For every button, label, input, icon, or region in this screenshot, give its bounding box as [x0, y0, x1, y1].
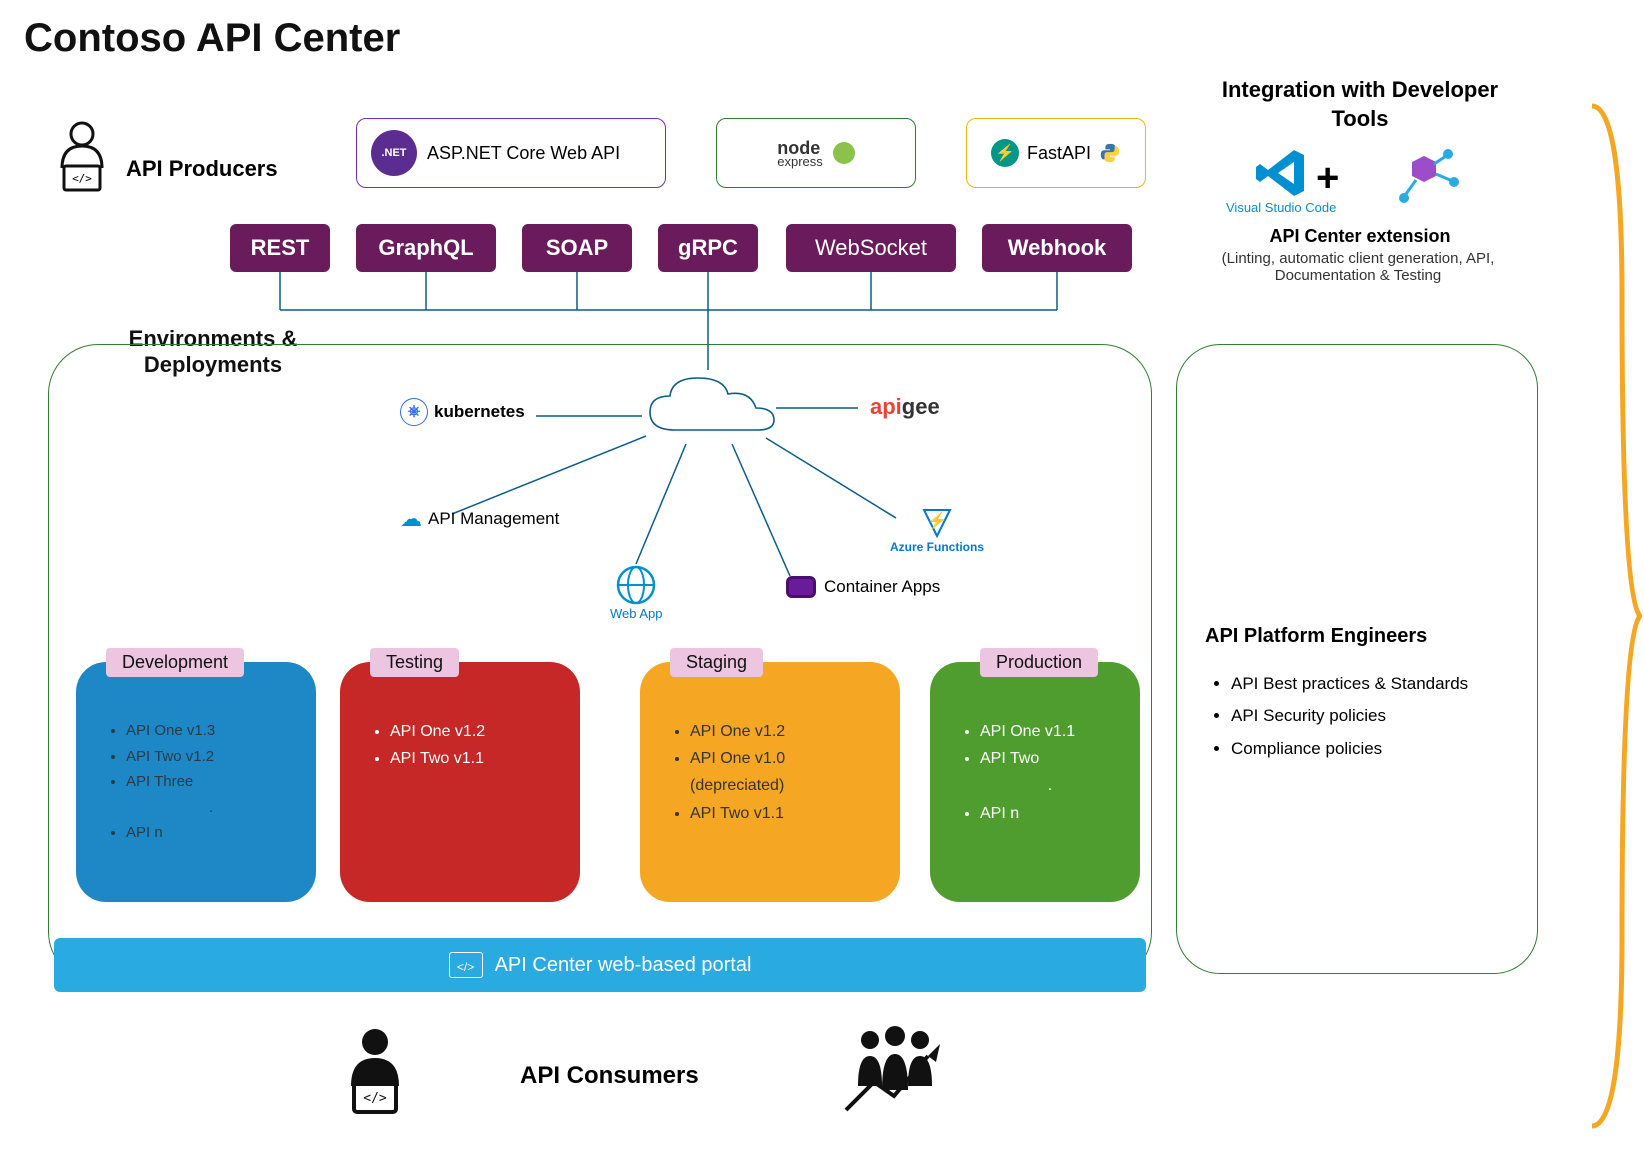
svg-text:</>: </> — [72, 172, 92, 185]
env-tag-development: Development — [106, 648, 244, 677]
api-type-soap: SOAP — [522, 224, 632, 272]
python-icon — [1099, 142, 1121, 164]
portal-label: API Center web-based portal — [495, 954, 752, 977]
env-card-testing: Testing API One v1.2 API Two v1.1 — [340, 662, 580, 902]
service-api-management: ☁ API Management — [400, 506, 559, 532]
web-app-icon — [615, 564, 657, 606]
api-center-portal-bar: </> API Center web-based portal — [54, 938, 1146, 992]
list-item: API One v1.1 — [980, 718, 1120, 745]
api-center-extension-icon — [1384, 144, 1464, 219]
service-kubernetes: ⎈ kubernetes — [400, 398, 525, 426]
list-item: API One v1.2 — [690, 718, 880, 745]
vscode-label: Visual Studio Code — [1226, 200, 1336, 215]
list-item: API Two v1.2 — [126, 744, 296, 770]
list-item: API n — [980, 800, 1120, 827]
kubernetes-icon: ⎈ — [400, 398, 428, 426]
list-item: API One v1.3 — [126, 718, 296, 744]
svg-text:</>: </> — [363, 1091, 387, 1106]
list-item: API Two v1.1 — [390, 745, 560, 772]
list-item: API Three — [126, 769, 296, 795]
api-type-grpc: gRPC — [658, 224, 758, 272]
fastapi-label: FastAPI — [1027, 143, 1091, 164]
api-producers-icon: </> — [50, 120, 114, 199]
service-web-app: Web App — [610, 564, 663, 621]
plus-icon: + — [1316, 156, 1339, 201]
env-card-production: Production API One v1.1 API Two . API n — [930, 662, 1140, 902]
right-brace — [1582, 96, 1642, 1136]
platform-engineers-box: API Platform Engineers API Best practice… — [1176, 344, 1538, 974]
list-item: . — [126, 795, 296, 821]
extension-title: API Center extension — [1190, 226, 1530, 247]
container-apps-icon — [786, 576, 816, 598]
service-azure-functions: ⚡ Azure Functions — [890, 506, 984, 554]
list-item: . — [980, 772, 1120, 799]
env-card-development: Development API One v1.3 API Two v1.2 AP… — [76, 662, 316, 902]
extension-subtitle: (Linting, automatic client generation, A… — [1178, 250, 1538, 284]
api-type-webhook: Webhook — [982, 224, 1132, 272]
list-item: Compliance policies — [1231, 733, 1509, 765]
framework-node-express: node express — [716, 118, 916, 188]
azure-functions-icon: ⚡ — [918, 506, 956, 540]
nodejs-icon — [833, 142, 855, 164]
list-item: API Security policies — [1231, 700, 1509, 732]
list-item: API n — [126, 820, 296, 846]
browser-icon: </> — [449, 952, 483, 978]
page-title: Contoso API Center — [24, 16, 400, 61]
env-card-staging: Staging API One v1.2 API One v1.0 (depre… — [640, 662, 900, 902]
integration-title: Integration with Developer Tools — [1210, 76, 1510, 133]
aspnet-label: ASP.NET Core Web API — [427, 143, 620, 164]
list-item: API Two — [980, 745, 1120, 772]
list-item: API One v1.2 — [390, 718, 560, 745]
svg-text:⚡: ⚡ — [927, 511, 947, 530]
express-label: express — [777, 155, 823, 168]
service-apigee: apigee — [870, 394, 940, 420]
service-container-apps: Container Apps — [786, 576, 940, 598]
env-tag-testing: Testing — [370, 648, 459, 677]
vscode-icon — [1254, 146, 1308, 200]
platform-engineers-title: API Platform Engineers — [1205, 625, 1509, 648]
list-item: API Two v1.1 — [690, 800, 880, 827]
api-producers-label: API Producers — [126, 156, 278, 182]
env-tag-production: Production — [980, 648, 1098, 677]
framework-aspnet: .NET ASP.NET Core Web API — [356, 118, 666, 188]
framework-fastapi: ⚡ FastAPI — [966, 118, 1146, 188]
api-consumers-icon: </> — [336, 1026, 414, 1125]
api-type-graphql: GraphQL — [356, 224, 496, 272]
api-type-rest: REST — [230, 224, 330, 272]
dotnet-icon: .NET — [371, 130, 417, 176]
list-item: API One v1.0 (depreciated) — [690, 745, 880, 799]
fastapi-icon: ⚡ — [991, 139, 1019, 167]
api-consumers-label: API Consumers — [520, 1062, 699, 1090]
growth-chart-icon — [840, 1026, 950, 1127]
list-item: API Best practices & Standards — [1231, 668, 1509, 700]
api-management-icon: ☁ — [400, 506, 422, 532]
env-tag-staging: Staging — [670, 648, 763, 677]
cloud-icon — [640, 368, 780, 448]
api-type-websocket: WebSocket — [786, 224, 956, 272]
